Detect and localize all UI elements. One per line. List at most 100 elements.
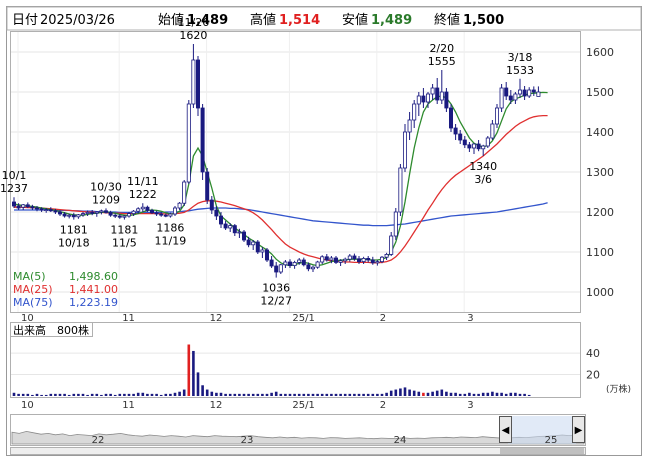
low-label: 安値	[342, 12, 368, 28]
range-navigator[interactable]: ◀ ▶ 22 23 24 25	[10, 414, 586, 455]
month-tick-label: 10	[21, 400, 34, 411]
candle-body	[140, 206, 145, 210]
volume-bar	[238, 393, 241, 396]
volume-bar	[256, 393, 260, 396]
candle-body	[379, 256, 384, 263]
annotation-line-1: 10/1	[2, 169, 27, 182]
candle-body	[186, 103, 191, 183]
volume-bar	[408, 389, 411, 396]
volume-bar	[435, 390, 439, 396]
stock-chart-widget: 日付 2025/03/26 始値 1,489 高値 1,514 安値 1,489…	[0, 0, 653, 470]
annotation-line-1: 1181	[110, 224, 138, 237]
annotation-line-1: 1181	[60, 224, 88, 237]
volume-bar	[123, 393, 126, 396]
candle-body	[297, 259, 302, 263]
candle-body	[527, 89, 532, 97]
volume-tick-label: 20	[586, 369, 600, 382]
annotation-line-2: 11/5	[112, 237, 137, 250]
navigator-label-24: 24	[394, 435, 407, 446]
close-value: 1,500	[463, 13, 504, 28]
volume-panel	[10, 322, 581, 398]
candle-body	[278, 264, 283, 273]
volume-bar	[261, 393, 264, 396]
candle-body	[260, 249, 265, 253]
candle-body	[361, 257, 366, 262]
volume-bar	[155, 393, 158, 396]
high-value: 1,514	[279, 13, 320, 28]
candle-body	[343, 258, 348, 262]
candle-body	[315, 261, 320, 268]
candle-body	[269, 259, 274, 267]
navigator-right-handle[interactable]: ▶	[572, 416, 585, 443]
navigator-left-handle[interactable]: ◀	[499, 416, 512, 443]
annotation-line-1: 1036	[262, 282, 290, 295]
candle-body	[205, 171, 210, 201]
annotation-line-1: 2/20	[429, 42, 454, 55]
candle-body	[476, 143, 481, 150]
navigator-label-23: 23	[241, 435, 254, 446]
navigator-scrollbar-track[interactable]	[10, 447, 586, 455]
volume-bar	[150, 393, 154, 396]
candle-body	[53, 210, 58, 213]
candle-body	[76, 214, 81, 218]
candle	[499, 84, 504, 112]
candle-body	[444, 91, 449, 109]
volume-bar	[219, 392, 223, 396]
candle-body	[117, 215, 122, 218]
volume-bar	[67, 394, 71, 396]
volume-bar	[77, 393, 80, 396]
candle-body	[508, 95, 513, 101]
candle	[393, 208, 398, 240]
candle-body	[172, 207, 177, 215]
candle-body	[435, 87, 440, 101]
volume-bar	[316, 393, 319, 396]
navigator-label-25: 25	[545, 435, 558, 446]
candle-body	[490, 123, 495, 139]
navigator-selection[interactable]	[508, 416, 576, 444]
navigator-right-arrow-icon[interactable]: ▶	[575, 425, 583, 436]
volume-bar	[224, 393, 227, 396]
candle-body	[264, 249, 269, 261]
candle-body	[195, 59, 200, 109]
volume-bar	[495, 392, 499, 396]
candle-body	[402, 131, 407, 169]
volume-bar	[284, 393, 287, 396]
volume-bar	[523, 393, 526, 396]
volume-bar	[270, 392, 273, 396]
volume-bar	[109, 393, 112, 396]
candle	[448, 104, 453, 132]
candle-body	[214, 209, 219, 217]
navigator-scrollbar-thumb[interactable]	[500, 448, 584, 454]
candle-body	[145, 206, 150, 211]
volume-bar	[12, 392, 16, 396]
price-tick-label: 1100	[586, 246, 614, 259]
candle-body	[228, 225, 233, 229]
price-tick-label: 1300	[586, 166, 614, 179]
candle-body	[347, 255, 352, 260]
candle	[398, 164, 403, 216]
price-annotation: 11/261620	[178, 16, 210, 42]
navigator-left-arrow-icon[interactable]: ◀	[502, 425, 510, 436]
price-tick-label: 1200	[586, 206, 614, 219]
volume-bar	[265, 393, 269, 396]
candle-body	[393, 211, 398, 237]
annotation-line-1: 11/11	[127, 175, 159, 188]
volume-bar	[279, 393, 283, 396]
candle-body	[21, 204, 26, 208]
volume-bar	[196, 372, 200, 396]
volume-bar	[509, 392, 513, 396]
annotation-line-1: 11/26	[178, 16, 210, 29]
volume-bar	[302, 393, 306, 396]
volume-bar	[348, 393, 352, 396]
annotation-line-1: 3/18	[508, 51, 533, 64]
candle-body	[131, 210, 136, 214]
candle-body	[246, 239, 251, 246]
volume-bar	[504, 393, 508, 396]
price-tick-label: 1600	[586, 46, 614, 59]
volume-bar	[449, 392, 453, 396]
candle-body	[306, 264, 311, 270]
volume-bar	[132, 393, 135, 396]
volume-bar	[95, 393, 99, 396]
volume-bar	[477, 393, 480, 396]
volume-bar	[422, 392, 425, 396]
